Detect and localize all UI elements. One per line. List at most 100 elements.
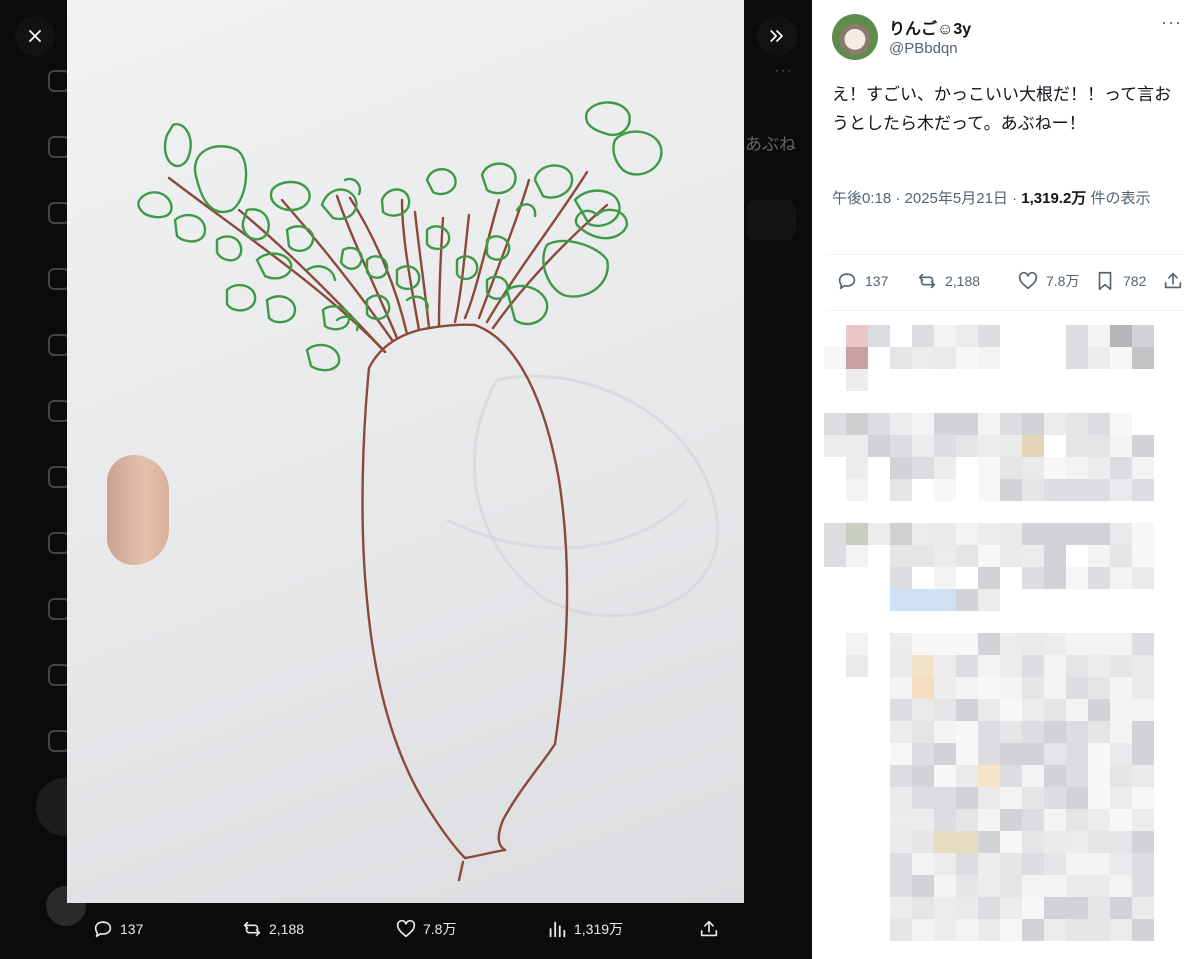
viewer-views-button[interactable]: 1,319万 <box>546 918 623 940</box>
pixel-block <box>890 743 912 765</box>
close-button[interactable] <box>15 16 55 56</box>
pixel-block <box>1000 875 1022 897</box>
share-icon <box>1164 272 1182 289</box>
pixel-block <box>1088 523 1110 545</box>
viewer-like-count: 7.8万 <box>423 921 457 937</box>
pixel-block <box>846 369 868 391</box>
author-handle[interactable]: @PBbdqn <box>889 40 958 57</box>
pixel-block <box>1044 457 1066 479</box>
share-icon <box>700 920 718 937</box>
pixel-block <box>912 853 934 875</box>
pixel-block <box>1022 633 1044 655</box>
viewer-repost-button[interactable]: 2,188 <box>241 918 304 940</box>
pixel-block <box>1044 699 1066 721</box>
pixel-block <box>1132 655 1154 677</box>
pixel-block <box>956 589 978 611</box>
pixel-block <box>1044 919 1066 941</box>
pixel-block <box>1022 655 1044 677</box>
pixel-block <box>1022 787 1044 809</box>
pixel-block <box>912 435 934 457</box>
tweet-photo[interactable] <box>67 0 744 903</box>
pixel-block <box>846 457 868 479</box>
pixel-block <box>934 567 956 589</box>
pixel-block <box>890 831 912 853</box>
pixel-block <box>1132 677 1154 699</box>
double-chevron-right-icon <box>770 30 783 42</box>
bookmark-icon <box>1098 271 1112 291</box>
avatar[interactable] <box>832 14 878 60</box>
pixel-block <box>1110 699 1132 721</box>
pixel-block <box>1132 765 1154 787</box>
trunk-right <box>473 323 569 852</box>
pixel-block <box>978 787 1000 809</box>
pixel-block <box>934 545 956 567</box>
timestamp[interactable]: 午後0:18 · 2025年5月21日 <box>832 190 1008 207</box>
pixel-block <box>956 435 978 457</box>
pixel-block <box>956 347 978 369</box>
pixel-block <box>890 875 912 897</box>
bookmark-button[interactable]: 782 <box>1094 270 1146 292</box>
pixel-block <box>956 721 978 743</box>
pixel-block <box>912 347 934 369</box>
pixel-block <box>912 721 934 743</box>
pixel-block <box>1044 853 1066 875</box>
pixel-block <box>956 413 978 435</box>
viewer-share-button[interactable] <box>698 918 720 940</box>
more-options-icon[interactable]: ··· <box>1161 12 1182 33</box>
pixel-block <box>1022 567 1044 589</box>
pixel-block <box>1088 853 1110 875</box>
pixel-block <box>978 831 1000 853</box>
background-tweet-text: あぶね <box>745 135 796 154</box>
pixel-block <box>912 655 934 677</box>
analytics-icon <box>549 921 566 938</box>
pixel-block <box>956 699 978 721</box>
pixel-block <box>912 633 934 655</box>
pixel-block <box>846 655 868 677</box>
pixel-block <box>824 545 846 567</box>
viewer-reply-button[interactable]: 137 <box>92 918 143 940</box>
pixel-block <box>934 523 956 545</box>
pixel-block <box>1000 853 1022 875</box>
viewer-like-button[interactable]: 7.8万 <box>395 918 456 940</box>
share-button[interactable] <box>1162 270 1184 292</box>
pixel-block <box>1110 655 1132 677</box>
pixel-block <box>1044 787 1066 809</box>
reply-icon <box>94 921 112 938</box>
expand-panel-button[interactable] <box>757 16 797 56</box>
pixel-block <box>890 633 912 655</box>
pixel-block <box>934 743 956 765</box>
author-name[interactable]: りんご☺3y <box>889 15 971 39</box>
reply-button[interactable]: 137 <box>836 270 888 292</box>
pixel-block <box>1000 655 1022 677</box>
pixel-block <box>956 655 978 677</box>
pixel-block <box>1022 919 1044 941</box>
pixel-block <box>978 721 1000 743</box>
pixel-block <box>1066 567 1088 589</box>
pixel-block <box>978 853 1000 875</box>
pixel-block <box>868 325 890 347</box>
pixel-block <box>1066 743 1088 765</box>
pixel-block <box>1132 809 1154 831</box>
pixel-block <box>1088 567 1110 589</box>
pixel-block <box>1066 721 1088 743</box>
pixel-block <box>978 633 1000 655</box>
repost-button[interactable]: 2,188 <box>916 270 980 292</box>
pixel-block <box>1110 567 1132 589</box>
pixel-block <box>912 325 934 347</box>
pixel-block <box>1088 325 1110 347</box>
pixel-block <box>824 435 846 457</box>
pixel-block <box>978 897 1000 919</box>
pixel-block <box>1110 787 1132 809</box>
like-button[interactable]: 7.8万 <box>1017 270 1079 292</box>
pixel-block <box>1022 479 1044 501</box>
pixel-block <box>846 413 868 435</box>
pixel-block <box>956 831 978 853</box>
pixel-block <box>1110 325 1132 347</box>
pixel-block <box>934 325 956 347</box>
pixel-block <box>934 765 956 787</box>
pixel-block <box>890 655 912 677</box>
pixel-block <box>1088 787 1110 809</box>
pixel-block <box>934 479 956 501</box>
pixel-block <box>978 743 1000 765</box>
close-icon <box>29 30 41 42</box>
